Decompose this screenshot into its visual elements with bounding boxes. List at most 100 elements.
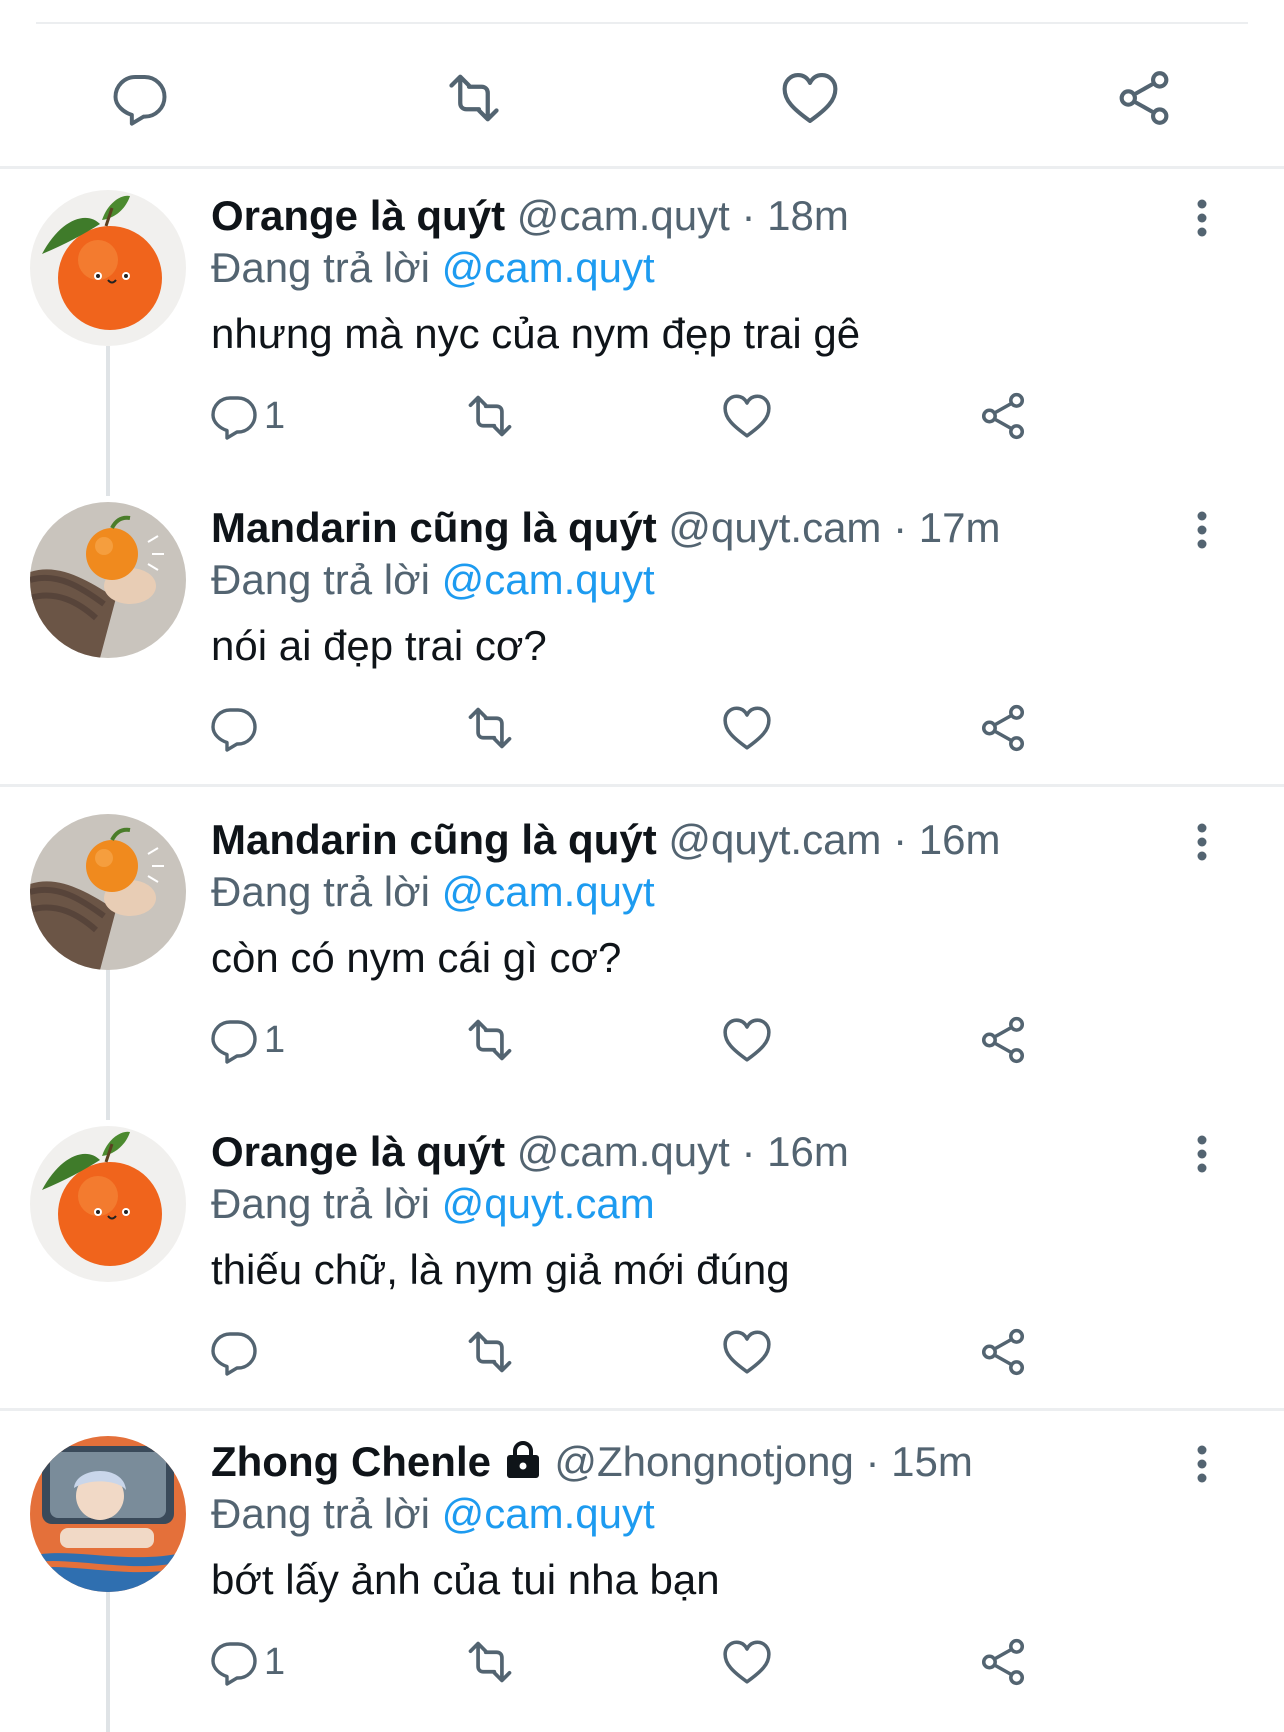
tweet-header: Mandarin cũng là quýt @quyt.cam · 16m bbox=[211, 814, 1000, 866]
share-button[interactable] bbox=[1112, 66, 1176, 130]
retweet-button[interactable] bbox=[464, 1010, 516, 1070]
display-name[interactable]: Mandarin cũng là quýt bbox=[211, 504, 657, 551]
handle[interactable]: @quyt.cam bbox=[668, 504, 881, 551]
reply-icon bbox=[210, 392, 258, 440]
timestamp: · 18m bbox=[741, 192, 849, 239]
tweet-header: Orange là quýt @cam.quyt · 16m bbox=[211, 1126, 849, 1178]
like-button[interactable] bbox=[722, 1010, 772, 1070]
avatar[interactable] bbox=[30, 1126, 186, 1282]
like-button[interactable] bbox=[722, 1632, 772, 1692]
retweet-button[interactable] bbox=[464, 698, 516, 758]
reply-button[interactable]: 1 bbox=[210, 1010, 285, 1070]
tweet-header: Orange là quýt @cam.quyt · 18m bbox=[211, 190, 849, 242]
display-name[interactable]: Orange là quýt bbox=[211, 1128, 505, 1175]
replying-to-link[interactable]: @cam.quyt bbox=[442, 244, 655, 291]
replying-to-link[interactable]: @cam.quyt bbox=[442, 1490, 655, 1537]
lock-icon bbox=[503, 1440, 543, 1480]
more-button[interactable] bbox=[1178, 1440, 1226, 1488]
share-button[interactable] bbox=[978, 698, 1028, 758]
timestamp: · 17m bbox=[893, 504, 1001, 551]
more-button[interactable] bbox=[1178, 818, 1226, 866]
handle[interactable]: @quyt.cam bbox=[668, 816, 881, 863]
timestamp: · 15m bbox=[865, 1438, 973, 1485]
reply-button[interactable] bbox=[210, 698, 264, 758]
share-button[interactable] bbox=[978, 1322, 1028, 1382]
more-icon bbox=[1196, 510, 1208, 550]
more-icon bbox=[1196, 198, 1208, 238]
tweet-actions bbox=[0, 698, 1284, 758]
more-button[interactable] bbox=[1178, 194, 1226, 242]
retweet-button[interactable] bbox=[442, 66, 506, 130]
retweet-button[interactable] bbox=[464, 1632, 516, 1692]
avatar[interactable] bbox=[30, 814, 186, 970]
retweet-icon bbox=[464, 1014, 516, 1066]
tweet-text: nói ai đẹp trai cơ? bbox=[211, 622, 547, 669]
share-icon bbox=[978, 1015, 1028, 1065]
reply-icon bbox=[210, 1328, 258, 1376]
like-button[interactable] bbox=[778, 66, 842, 130]
like-button[interactable] bbox=[722, 386, 772, 446]
share-icon bbox=[978, 1637, 1028, 1687]
top-divider bbox=[36, 22, 1248, 24]
tweet-actions: 1 bbox=[0, 1010, 1284, 1070]
more-button[interactable] bbox=[1178, 506, 1226, 554]
share-button[interactable] bbox=[978, 1010, 1028, 1070]
replying-to: Đang trả lời @cam.quyt bbox=[211, 242, 655, 294]
reply-button[interactable]: 1 bbox=[210, 1632, 285, 1692]
replying-to: Đang trả lời @cam.quyt bbox=[211, 1488, 655, 1540]
heart-icon bbox=[722, 1637, 772, 1687]
more-icon bbox=[1196, 1134, 1208, 1174]
display-name[interactable]: Orange là quýt bbox=[211, 192, 505, 239]
tweet-actions: 1 bbox=[0, 386, 1284, 446]
retweet-button[interactable] bbox=[464, 1322, 516, 1382]
like-button[interactable] bbox=[722, 1322, 772, 1382]
avatar[interactable] bbox=[30, 1436, 186, 1592]
heart-icon bbox=[722, 391, 772, 441]
reply-count: 1 bbox=[264, 394, 286, 437]
heart-icon bbox=[722, 703, 772, 753]
retweet-icon bbox=[464, 1326, 516, 1378]
share-button[interactable] bbox=[978, 1632, 1028, 1692]
tweet-actions bbox=[0, 1322, 1284, 1382]
display-name[interactable]: Mandarin cũng là quýt bbox=[211, 816, 657, 863]
tweet-header: Zhong Chenle @Zhongnotjong · 15m bbox=[211, 1436, 973, 1488]
handle[interactable]: @Zhongnotjong bbox=[554, 1438, 854, 1485]
replying-to-label: Đang trả lời bbox=[211, 1490, 430, 1537]
share-icon bbox=[978, 391, 1028, 441]
reply-count: 1 bbox=[264, 1018, 286, 1061]
heart-icon bbox=[722, 1015, 772, 1065]
reply-icon bbox=[210, 1016, 258, 1064]
retweet-icon bbox=[464, 1636, 516, 1688]
avatar[interactable] bbox=[30, 502, 186, 658]
reply-button[interactable]: 1 bbox=[210, 386, 285, 446]
replying-to-link[interactable]: @cam.quyt bbox=[442, 868, 655, 915]
handle[interactable]: @cam.quyt bbox=[517, 1128, 730, 1175]
handle[interactable]: @cam.quyt bbox=[517, 192, 730, 239]
tweet-text: thiếu chữ, là nym giả mới đúng bbox=[211, 1246, 790, 1293]
replying-to-link[interactable]: @cam.quyt bbox=[442, 556, 655, 603]
share-icon bbox=[978, 1327, 1028, 1377]
retweet-icon bbox=[464, 390, 516, 442]
retweet-icon bbox=[444, 68, 504, 128]
replying-to: Đang trả lời @cam.quyt bbox=[211, 554, 655, 606]
replying-to-label: Đang trả lời bbox=[211, 244, 430, 291]
more-icon bbox=[1196, 822, 1208, 862]
retweet-button[interactable] bbox=[464, 386, 516, 446]
like-button[interactable] bbox=[722, 698, 772, 758]
share-icon bbox=[1115, 69, 1173, 127]
divider bbox=[0, 166, 1284, 169]
display-name[interactable]: Zhong Chenle bbox=[211, 1438, 491, 1485]
replying-to-label: Đang trả lời bbox=[211, 1180, 430, 1227]
share-button[interactable] bbox=[978, 386, 1028, 446]
main-tweet-actions bbox=[0, 50, 1284, 140]
more-icon bbox=[1196, 1444, 1208, 1484]
heart-icon bbox=[722, 1327, 772, 1377]
avatar[interactable] bbox=[30, 190, 186, 346]
more-button[interactable] bbox=[1178, 1130, 1226, 1178]
reply-button[interactable] bbox=[210, 1322, 264, 1382]
timestamp: · 16m bbox=[893, 816, 1001, 863]
reply-icon bbox=[112, 70, 168, 126]
tweet-header: Mandarin cũng là quýt @quyt.cam · 17m bbox=[211, 502, 1000, 554]
replying-to-link[interactable]: @quyt.cam bbox=[442, 1180, 655, 1227]
reply-button[interactable] bbox=[108, 66, 172, 130]
